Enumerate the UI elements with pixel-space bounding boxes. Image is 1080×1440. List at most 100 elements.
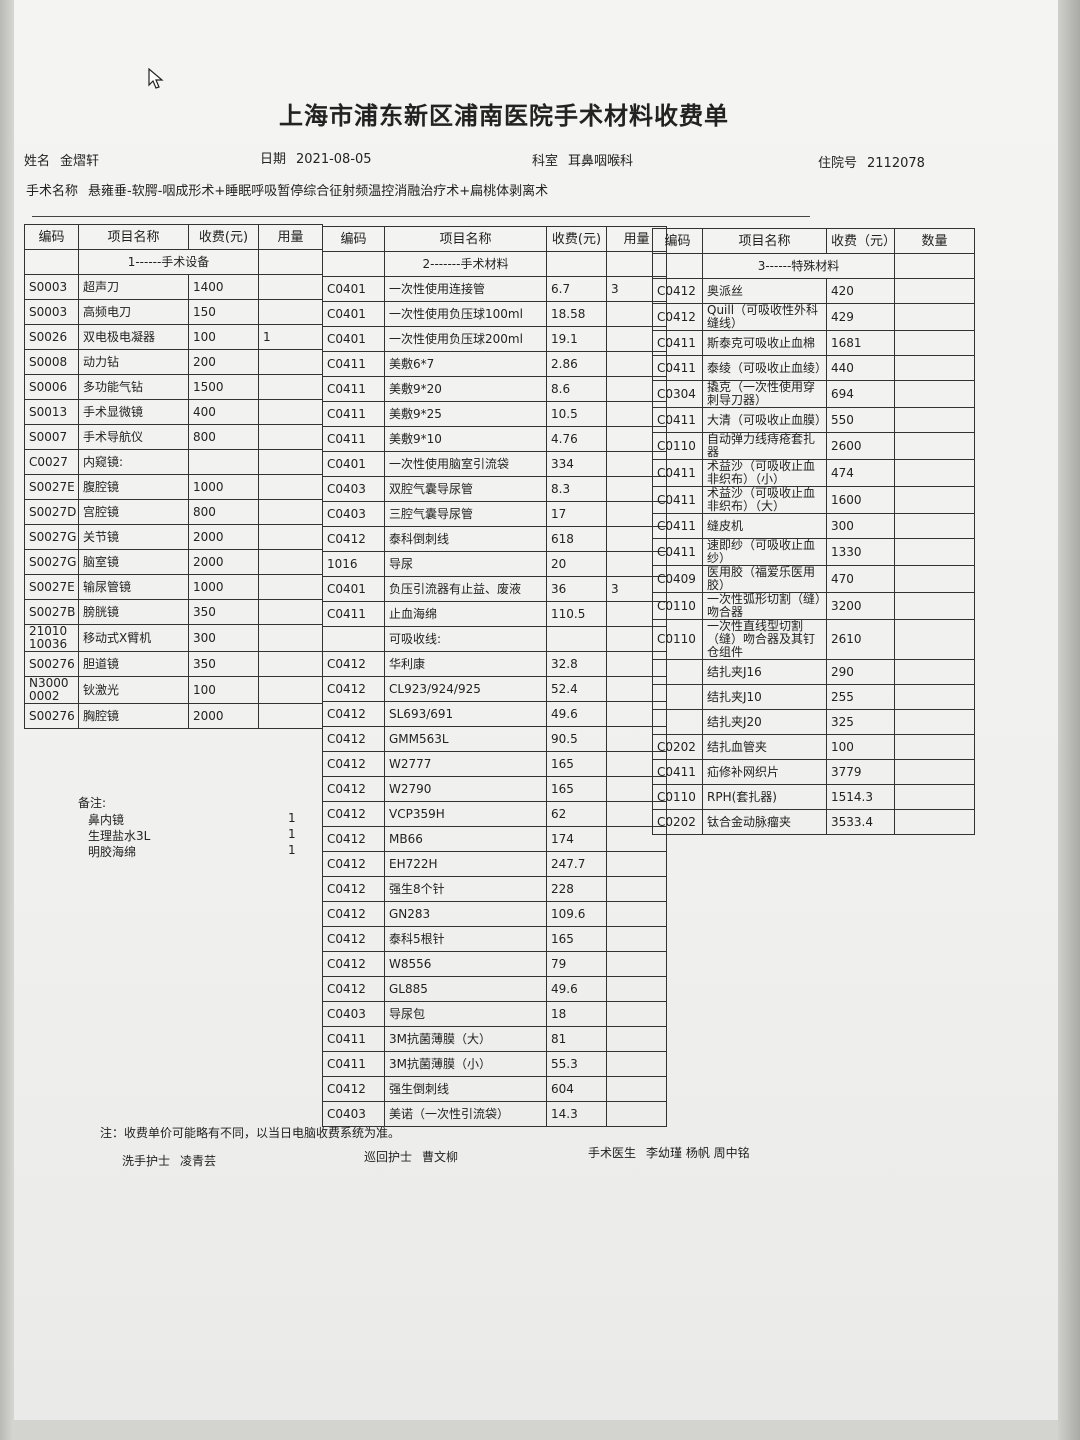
cell-code: S0027D xyxy=(24,499,79,525)
cell-fee: 800 xyxy=(188,424,259,450)
monitor-bezel-left xyxy=(0,0,14,1440)
mouse-pointer-icon xyxy=(148,68,164,89)
cell-name: W8556 xyxy=(384,951,547,977)
document-screen: 上海市浦东新区浦南医院手术材料收费单 姓名 金熠轩 日期 2021-08-05 科室… xyxy=(14,0,1058,1420)
cell-fee: 550 xyxy=(826,407,895,433)
cell-code: C0412 xyxy=(322,951,385,977)
cell-code: C0411 xyxy=(652,759,703,785)
table-row: C0412 W8556 79 xyxy=(322,951,667,977)
cell-fee: 6.7 xyxy=(546,276,607,302)
cell-qty xyxy=(894,380,975,408)
remarks-block: 备注: 鼻内镜 1 生理盐水3L 1 明胶海绵 1 xyxy=(78,794,308,859)
table-header-row: 编码 项目名称 收费(元) 用量 xyxy=(24,224,323,250)
section-row: 1------手术设备 xyxy=(24,249,323,275)
cell-code: C0412 xyxy=(322,851,385,877)
table-row: S0027G 脑室镜 2000 xyxy=(24,549,323,575)
cell-fee: 1500 xyxy=(188,374,259,400)
cell-qty xyxy=(258,474,323,500)
cell-qty xyxy=(894,407,975,433)
remark-item: 鼻内镜 1 xyxy=(78,811,308,827)
cell-code: S0027E xyxy=(24,574,79,600)
cell-qty xyxy=(258,524,323,550)
cell-name: 速即纱（可吸收止血纱） xyxy=(702,538,827,566)
cell-code: C0027 xyxy=(24,449,79,475)
cell-fee: 79 xyxy=(546,951,607,977)
cell-name: VCP359H xyxy=(384,801,547,827)
cell-fee: 18 xyxy=(546,1001,607,1027)
cell-code: C0411 xyxy=(652,330,703,356)
cell-fee: 350 xyxy=(188,599,259,625)
cell-fee: 800 xyxy=(188,499,259,525)
cell-qty xyxy=(258,624,323,652)
table-row: S0027G 关节镜 2000 xyxy=(24,524,323,550)
cell-code: S0027B xyxy=(24,599,79,625)
cell-qty xyxy=(894,513,975,539)
table-row: C0411 美敷9*20 8.6 xyxy=(322,376,667,402)
cell-fee: 32.8 xyxy=(546,651,607,677)
table-row: C0409 医用胶（福爱乐医用胶） 470 xyxy=(652,565,975,593)
table-row: 结扎夹J16 290 xyxy=(652,659,975,685)
table-row: C0412 GN283 109.6 xyxy=(322,901,667,927)
cell-name: 胸腔镜 xyxy=(78,703,189,729)
table-header-row: 编码 项目名称 收费(元) 用量 xyxy=(322,226,667,252)
cell-fee: 17 xyxy=(546,501,607,527)
cell-name: 导尿 xyxy=(384,551,547,577)
remarks-label: 备注: xyxy=(78,796,107,810)
table-row: C0403 三腔气囊导尿管 17 xyxy=(322,501,667,527)
table-row: S0027E 腹腔镜 1000 xyxy=(24,474,323,500)
cell-code: C0409 xyxy=(652,565,703,593)
cell-qty xyxy=(258,274,323,300)
special-materials-table: 编码 项目名称 收费（元） 数量 3------特殊材料 C0412 奥派丝 420… xyxy=(652,228,975,835)
cell-qty xyxy=(258,703,323,729)
cell-qty xyxy=(606,901,667,927)
table-row: C0202 结扎血管夹 100 xyxy=(652,734,975,760)
table-row: S0003 超声刀 1400 xyxy=(24,274,323,300)
cell-qty: 1 xyxy=(258,324,323,350)
cell-name: 美敷9*10 xyxy=(384,426,547,452)
cell-name: Quill（可吸收性外科缝线） xyxy=(702,303,827,331)
cell-fee: 100 xyxy=(188,324,259,350)
cell-name: 超声刀 xyxy=(78,274,189,300)
cell-code: C0412 xyxy=(322,926,385,952)
table-row: S00276 胸腔镜 2000 xyxy=(24,703,323,729)
cell-name: 术益沙（可吸收止血非织布）（小） xyxy=(702,459,827,487)
table-row: C0411 斯泰克可吸收止血棉 1681 xyxy=(652,330,975,356)
cell-qty xyxy=(894,432,975,460)
cell-code: C0412 xyxy=(322,976,385,1002)
cell-fee: 4.76 xyxy=(546,426,607,452)
cell-name: 一次性使用脑室引流袋 xyxy=(384,451,547,477)
table-row: C0411 缝皮机 300 xyxy=(652,513,975,539)
cell-code: C0401 xyxy=(322,276,385,302)
cell-qty xyxy=(606,1076,667,1102)
table-row: C0411 美敷9*25 10.5 xyxy=(322,401,667,427)
cell-qty xyxy=(894,709,975,735)
cell-name: 3M抗菌薄膜（大） xyxy=(384,1026,547,1052)
table-row: C0110 RPH(套扎器) 1514.3 xyxy=(652,784,975,810)
cell-fee: 228 xyxy=(546,876,607,902)
table-row: C0401 一次性使用负压球100ml 18.58 xyxy=(322,301,667,327)
cell-qty xyxy=(258,299,323,325)
cell-name: 导尿包 xyxy=(384,1001,547,1027)
cell-fee: 1600 xyxy=(826,486,895,514)
cell-fee: 165 xyxy=(546,926,607,952)
cell-fee: 2.86 xyxy=(546,351,607,377)
cell-name: 输尿管镜 xyxy=(78,574,189,600)
table-row: S0026 双电极电凝器 100 1 xyxy=(24,324,323,350)
cell-name: 一次性直线型切割（缝）吻合器及其钉仓组件 xyxy=(702,619,827,660)
cell-qty xyxy=(258,349,323,375)
cell-fee: 150 xyxy=(188,299,259,325)
cell-code: C0411 xyxy=(652,407,703,433)
cell-qty xyxy=(258,499,323,525)
cell-code: S0003 xyxy=(24,299,79,325)
table-row: 结扎夹J10 255 xyxy=(652,684,975,710)
cell-code: C0412 xyxy=(652,303,703,331)
cell-name: 奥派丝 xyxy=(702,278,827,304)
cell-qty xyxy=(606,951,667,977)
cell-code: S00276 xyxy=(24,651,79,677)
cell-code: S0007 xyxy=(24,424,79,450)
cell-fee: 62 xyxy=(546,801,607,827)
department: 科室 耳鼻咽喉科 xyxy=(532,154,634,169)
cell-fee: 81 xyxy=(546,1026,607,1052)
cell-name: 3M抗菌薄膜（小） xyxy=(384,1051,547,1077)
cell-fee: 1400 xyxy=(188,274,259,300)
